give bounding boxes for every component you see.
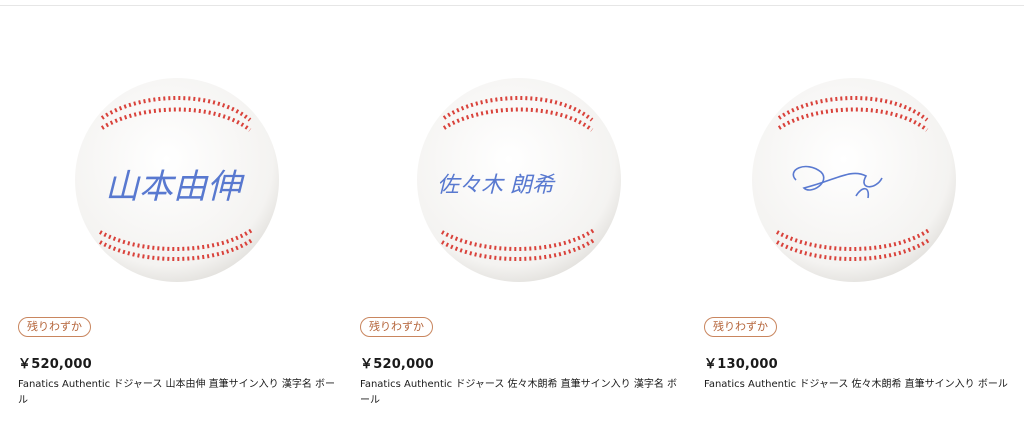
low-stock-badge: 残りわずか: [704, 317, 777, 337]
product-image-link[interactable]: [686, 60, 1016, 300]
signature-text: 佐々木 朗希: [437, 173, 556, 198]
product-card-sasaki-kanji[interactable]: 佐々木 朗希 残りわずか ￥520,000 Fanatics Authentic…: [342, 0, 677, 422]
product-title-link[interactable]: Fanatics Authentic ドジャース 佐々木朗希 直筆サイン入り ボ…: [704, 377, 1022, 393]
product-price: ￥520,000: [18, 357, 92, 372]
signature-text: 山本由伸: [105, 167, 245, 207]
product-price: ￥520,000: [360, 357, 434, 372]
baseball-signed-image: 山本由伸: [75, 78, 279, 282]
product-image-link[interactable]: 山本由伸: [0, 60, 330, 300]
baseball-signed-image: [752, 78, 956, 282]
low-stock-badge: 残りわずか: [18, 317, 91, 337]
product-card-yamamoto[interactable]: 山本由伸 残りわずか ￥520,000 Fanatics Authentic ド…: [0, 0, 335, 422]
low-stock-badge: 残りわずか: [360, 317, 433, 337]
product-title-link[interactable]: Fanatics Authentic ドジャース 山本由伸 直筆サイン入り 漢字…: [18, 377, 336, 409]
product-price: ￥130,000: [704, 357, 778, 372]
product-image-link[interactable]: 佐々木 朗希: [342, 60, 672, 300]
product-title-link[interactable]: Fanatics Authentic ドジャース 佐々木朗希 直筆サイン入り 漢…: [360, 377, 678, 409]
product-card-sasaki[interactable]: 残りわずか ￥130,000 Fanatics Authentic ドジャース …: [686, 0, 1016, 422]
baseball-signed-image: 佐々木 朗希: [417, 78, 621, 282]
